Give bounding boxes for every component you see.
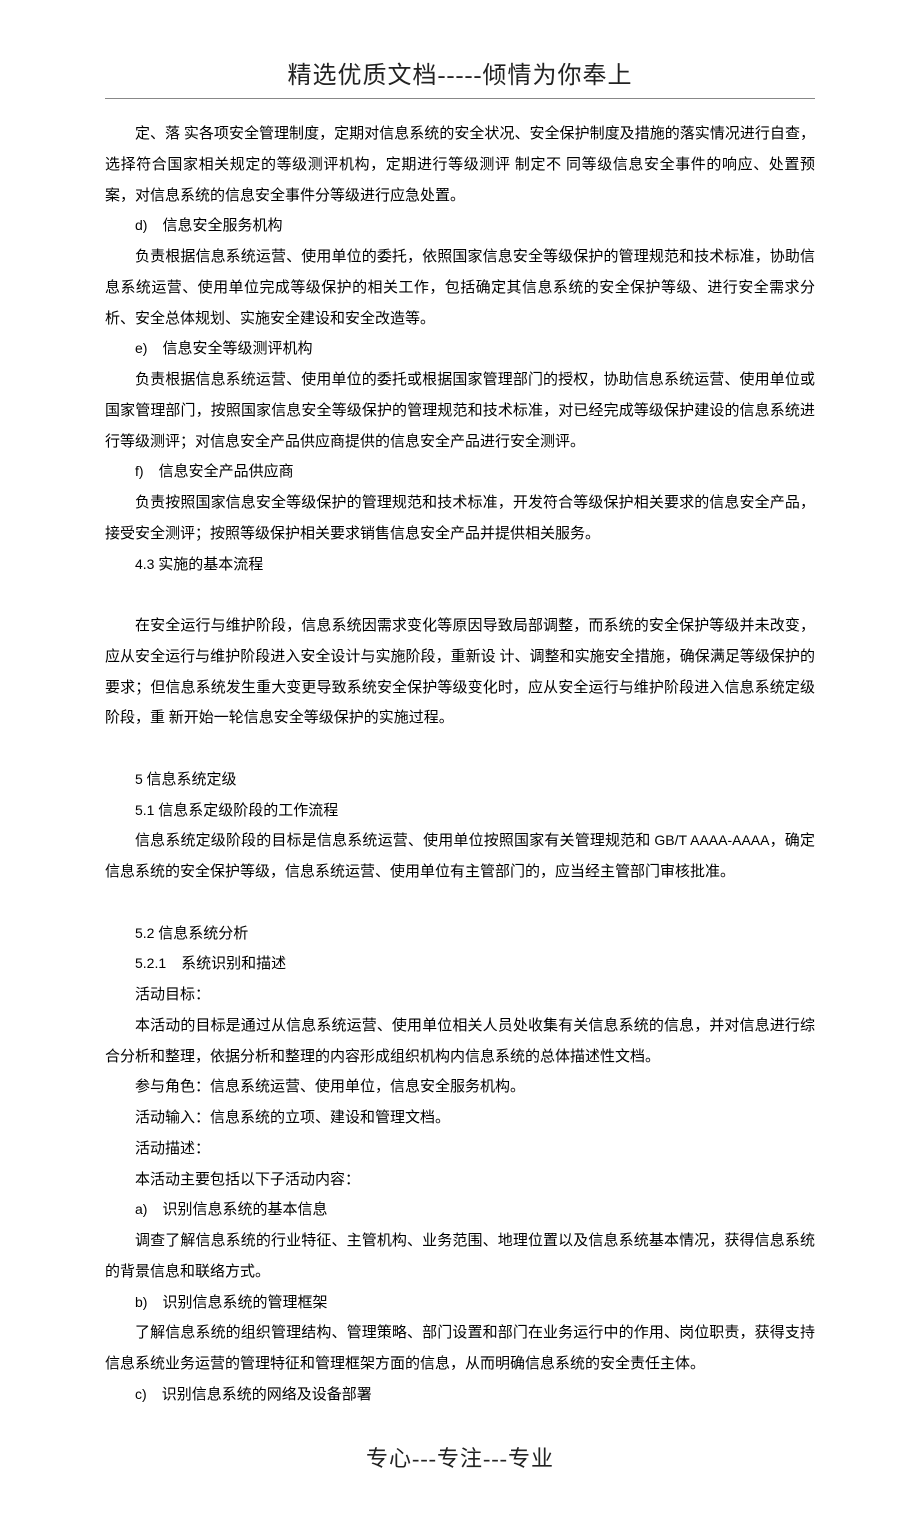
body-paragraph: 调查了解信息系统的行业特征、主管机构、业务范围、地理位置以及信息系统基本情况，获… <box>105 1226 815 1288</box>
list-item-e: e) 信息安全等级测评机构 <box>105 334 815 365</box>
body-paragraph: 参与角色：信息系统运营、使用单位，信息安全服务机构。 <box>105 1072 815 1103</box>
list-item-d: d) 信息安全服务机构 <box>105 211 815 242</box>
body-paragraph: 负责根据信息系统运营、使用单位的委托或根据国家管理部门的授权，协助信息系统运营、… <box>105 365 815 457</box>
body-paragraph: 在安全运行与维护阶段，信息系统因需求变化等原因导致局部调整，而系统的安全保护等级… <box>105 611 815 734</box>
document-page: 精选优质文档-----倾情为你奉上 定、落 实各项安全管理制度，定期对信息系统的… <box>0 0 920 1513</box>
body-paragraph: 活动目标： <box>105 980 815 1011</box>
body-paragraph: 活动描述： <box>105 1134 815 1165</box>
body-paragraph: 本活动主要包括以下子活动内容： <box>105 1165 815 1196</box>
page-footer: 专心---专注---专业 <box>105 1441 815 1473</box>
section-5-2: 5.2 信息系统分析 <box>105 919 815 950</box>
list-item-a-text: 识别信息系统的基本信息 <box>162 1202 327 1218</box>
blank-line <box>105 580 815 611</box>
blank-line <box>105 888 815 919</box>
section-4-3: 4.3 实施的基本流程 <box>105 550 815 581</box>
section-5: 5 信息系统定级 <box>105 765 815 796</box>
list-item-e-text: 信息安全等级测评机构 <box>162 341 312 357</box>
list-item-c-text: 识别信息系统的网络及设备部署 <box>162 1387 372 1403</box>
page-header: 精选优质文档-----倾情为你奉上 <box>105 55 815 99</box>
list-item-b-text: 识别信息系统的管理框架 <box>162 1295 327 1311</box>
list-item-a: a) 识别信息系统的基本信息 <box>105 1195 815 1226</box>
body-paragraph: 活动输入：信息系统的立项、建设和管理文档。 <box>105 1103 815 1134</box>
list-item-d-text: 信息安全服务机构 <box>162 218 282 234</box>
list-item-f-text: 信息安全产品供应商 <box>159 464 294 480</box>
section-5-2-1: 5.2.1 系统识别和描述 <box>105 949 815 980</box>
body-paragraph: 本活动的目标是通过从信息系统运营、使用单位相关人员处收集有关信息系统的信息，并对… <box>105 1011 815 1073</box>
blank-line <box>105 734 815 765</box>
body-paragraph: 负责按照国家信息安全等级保护的管理规范和技术标准，开发符合等级保护相关要求的信息… <box>105 488 815 550</box>
document-body: 定、落 实各项安全管理制度，定期对信息系统的安全状况、安全保护制度及措施的落实情… <box>105 119 815 1411</box>
body-paragraph: 定、落 实各项安全管理制度，定期对信息系统的安全状况、安全保护制度及措施的落实情… <box>105 119 815 211</box>
list-item-b: b) 识别信息系统的管理框架 <box>105 1288 815 1319</box>
body-paragraph: 了解信息系统的组织管理结构、管理策略、部门设置和部门在业务运行中的作用、岗位职责… <box>105 1318 815 1380</box>
section-5-1: 5.1 信息系定级阶段的工作流程 <box>105 796 815 827</box>
list-item-c: c) 识别信息系统的网络及设备部署 <box>105 1380 815 1411</box>
body-paragraph: 信息系统定级阶段的目标是信息系统运营、使用单位按照国家有关管理规范和 GB/T … <box>105 826 815 888</box>
list-item-f: f) 信息安全产品供应商 <box>105 457 815 488</box>
body-paragraph: 负责根据信息系统运营、使用单位的委托，依照国家信息安全等级保护的管理规范和技术标… <box>105 242 815 334</box>
